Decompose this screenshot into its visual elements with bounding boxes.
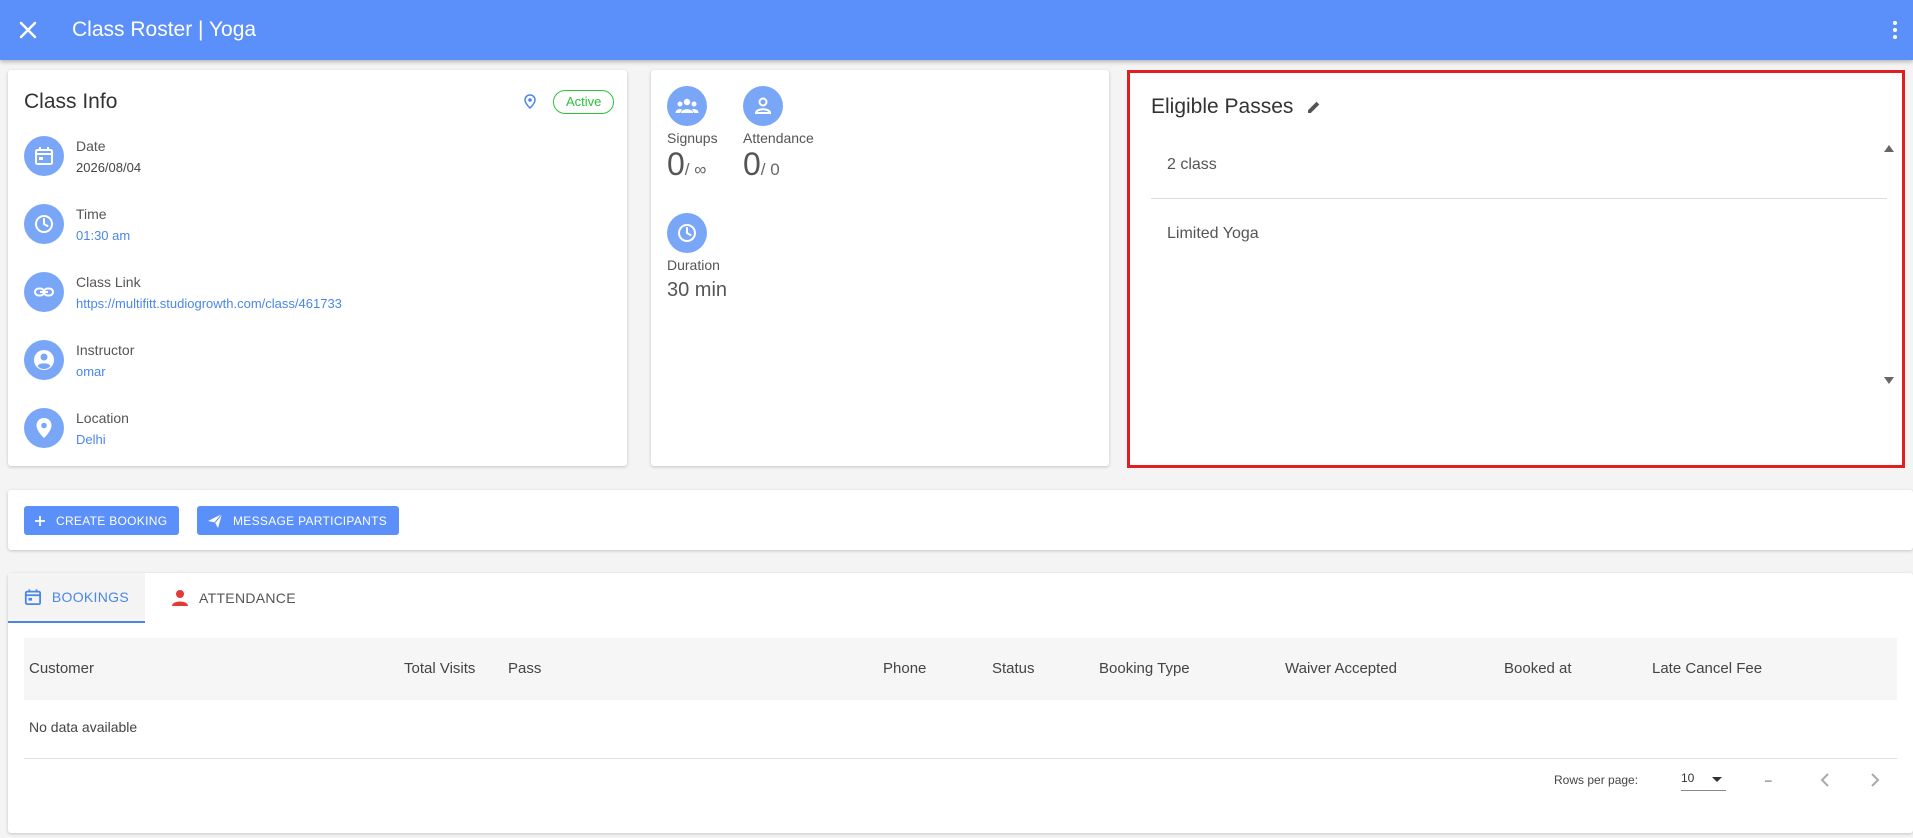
scroll-up-arrow-icon[interactable] — [1884, 145, 1894, 152]
duration-label: Duration — [667, 257, 720, 273]
signups-label: Signups — [667, 130, 718, 146]
create-booking-label: CREATE BOOKING — [56, 513, 168, 528]
eligible-passes-title: Eligible Passes — [1151, 95, 1294, 118]
class-link-row: Class Link https://multifitt.studiogrowt… — [24, 270, 342, 314]
location-row: Location Delhi — [24, 406, 129, 450]
rows-per-page-select[interactable]: 10 — [1681, 771, 1726, 791]
tab-attendance-label: ATTENDANCE — [199, 590, 296, 606]
location-pin-icon[interactable] — [524, 94, 536, 109]
empty-table-message: No data available — [29, 719, 138, 735]
tab-attendance[interactable]: ATTENDANCE — [155, 573, 312, 623]
attendance-label: Attendance — [743, 130, 814, 146]
close-icon — [19, 21, 37, 39]
actions-bar: CREATE BOOKING MESSAGE PARTICIPANTS — [8, 490, 1913, 550]
create-booking-button[interactable]: CREATE BOOKING — [24, 506, 180, 535]
signups-count: 0 — [667, 146, 685, 182]
dropdown-arrow-icon — [1712, 777, 1722, 782]
rows-per-page-label: Rows per page: — [1554, 773, 1639, 787]
pass-list-item[interactable]: 2 class — [1151, 132, 1887, 199]
location-value[interactable]: Delhi — [76, 432, 129, 447]
chevron-left-icon[interactable] — [1819, 771, 1831, 789]
date-label: Date — [76, 137, 106, 154]
date-value: 2026/08/04 — [76, 159, 142, 175]
class-link-url[interactable]: https://multifitt.studiogrowth.com/class… — [76, 296, 342, 311]
link-icon — [24, 272, 64, 312]
eligible-passes-card: Eligible Passes 2 class Limited Yoga — [1127, 70, 1905, 468]
send-icon — [208, 513, 223, 528]
message-participants-label: MESSAGE PARTICIPANTS — [233, 513, 388, 528]
time-row: Time 01:30 am — [24, 202, 130, 246]
signups-stat: Signups 0/ ∞ — [667, 86, 718, 183]
time-label: Time — [76, 205, 107, 222]
close-button[interactable] — [0, 0, 56, 60]
person-outline-icon — [743, 86, 783, 126]
attendance-stat: Attendance 0/ 0 — [743, 86, 814, 183]
time-value[interactable]: 01:30 am — [76, 228, 130, 243]
instructor-label: Instructor — [76, 341, 135, 358]
column-header-customer[interactable]: Customer — [29, 660, 94, 677]
column-header-waiver-accepted[interactable]: Waiver Accepted — [1285, 660, 1397, 677]
column-header-status[interactable]: Status — [992, 660, 1035, 677]
account-circle-icon — [24, 340, 64, 380]
duration-value: 30 min — [667, 279, 728, 301]
bookings-panel: BOOKINGS ATTENDANCE Customer Total Visit… — [8, 573, 1913, 833]
status-badge: Active — [553, 90, 615, 114]
column-header-phone[interactable]: Phone — [883, 660, 926, 677]
attendance-limit: / 0 — [760, 160, 780, 179]
class-stats-card: Signups 0/ ∞ Attendance 0/ 0 Duration 30… — [651, 70, 1109, 466]
column-header-booking-type[interactable]: Booking Type — [1099, 660, 1190, 677]
clock-icon — [24, 204, 64, 244]
calendar-icon — [24, 136, 64, 176]
column-header-total-visits[interactable]: Total Visits — [404, 660, 475, 677]
instructor-row: Instructor omar — [24, 338, 134, 382]
top-app-bar: Class Roster | Yoga — [0, 0, 1913, 60]
map-marker-icon — [24, 408, 64, 448]
pass-list-item[interactable]: Limited Yoga — [1151, 200, 1887, 267]
scroll-down-arrow-icon[interactable] — [1884, 377, 1894, 384]
class-info-card: Class Info Active Date 2026/08/04 Time 0… — [8, 70, 627, 466]
table-header: Customer Total Visits Pass Phone Status … — [24, 638, 1897, 700]
person-icon — [172, 590, 188, 606]
location-label: Location — [76, 409, 129, 426]
table-divider — [24, 758, 1897, 759]
edit-pencil-icon[interactable] — [1307, 100, 1321, 114]
column-header-booked-at[interactable]: Booked at — [1504, 660, 1572, 677]
attendance-count: 0 — [743, 146, 761, 182]
signups-limit: / ∞ — [684, 160, 707, 179]
date-row: Date 2026/08/04 — [24, 134, 141, 178]
timer-icon — [667, 213, 707, 253]
message-participants-button[interactable]: MESSAGE PARTICIPANTS — [197, 506, 400, 535]
column-header-pass[interactable]: Pass — [508, 660, 541, 677]
class-link-label: Class Link — [76, 273, 141, 290]
more-options-icon[interactable] — [1889, 18, 1901, 42]
instructor-value[interactable]: omar — [76, 364, 134, 379]
duration-stat: Duration 30 min — [667, 213, 727, 302]
tab-bookings-label: BOOKINGS — [51, 589, 129, 605]
pagination-range: – — [1765, 773, 1772, 787]
rows-per-page-value: 10 — [1681, 771, 1695, 785]
column-header-late-cancel-fee[interactable]: Late Cancel Fee — [1652, 660, 1762, 677]
group-icon — [667, 86, 707, 126]
page-title: Class Roster | Yoga — [72, 18, 257, 41]
tab-bookings[interactable]: BOOKINGS — [8, 573, 145, 623]
chevron-right-icon[interactable] — [1869, 771, 1881, 789]
class-info-title: Class Info — [24, 90, 118, 113]
calendar-icon — [24, 589, 42, 606]
plus-icon — [35, 515, 45, 526]
